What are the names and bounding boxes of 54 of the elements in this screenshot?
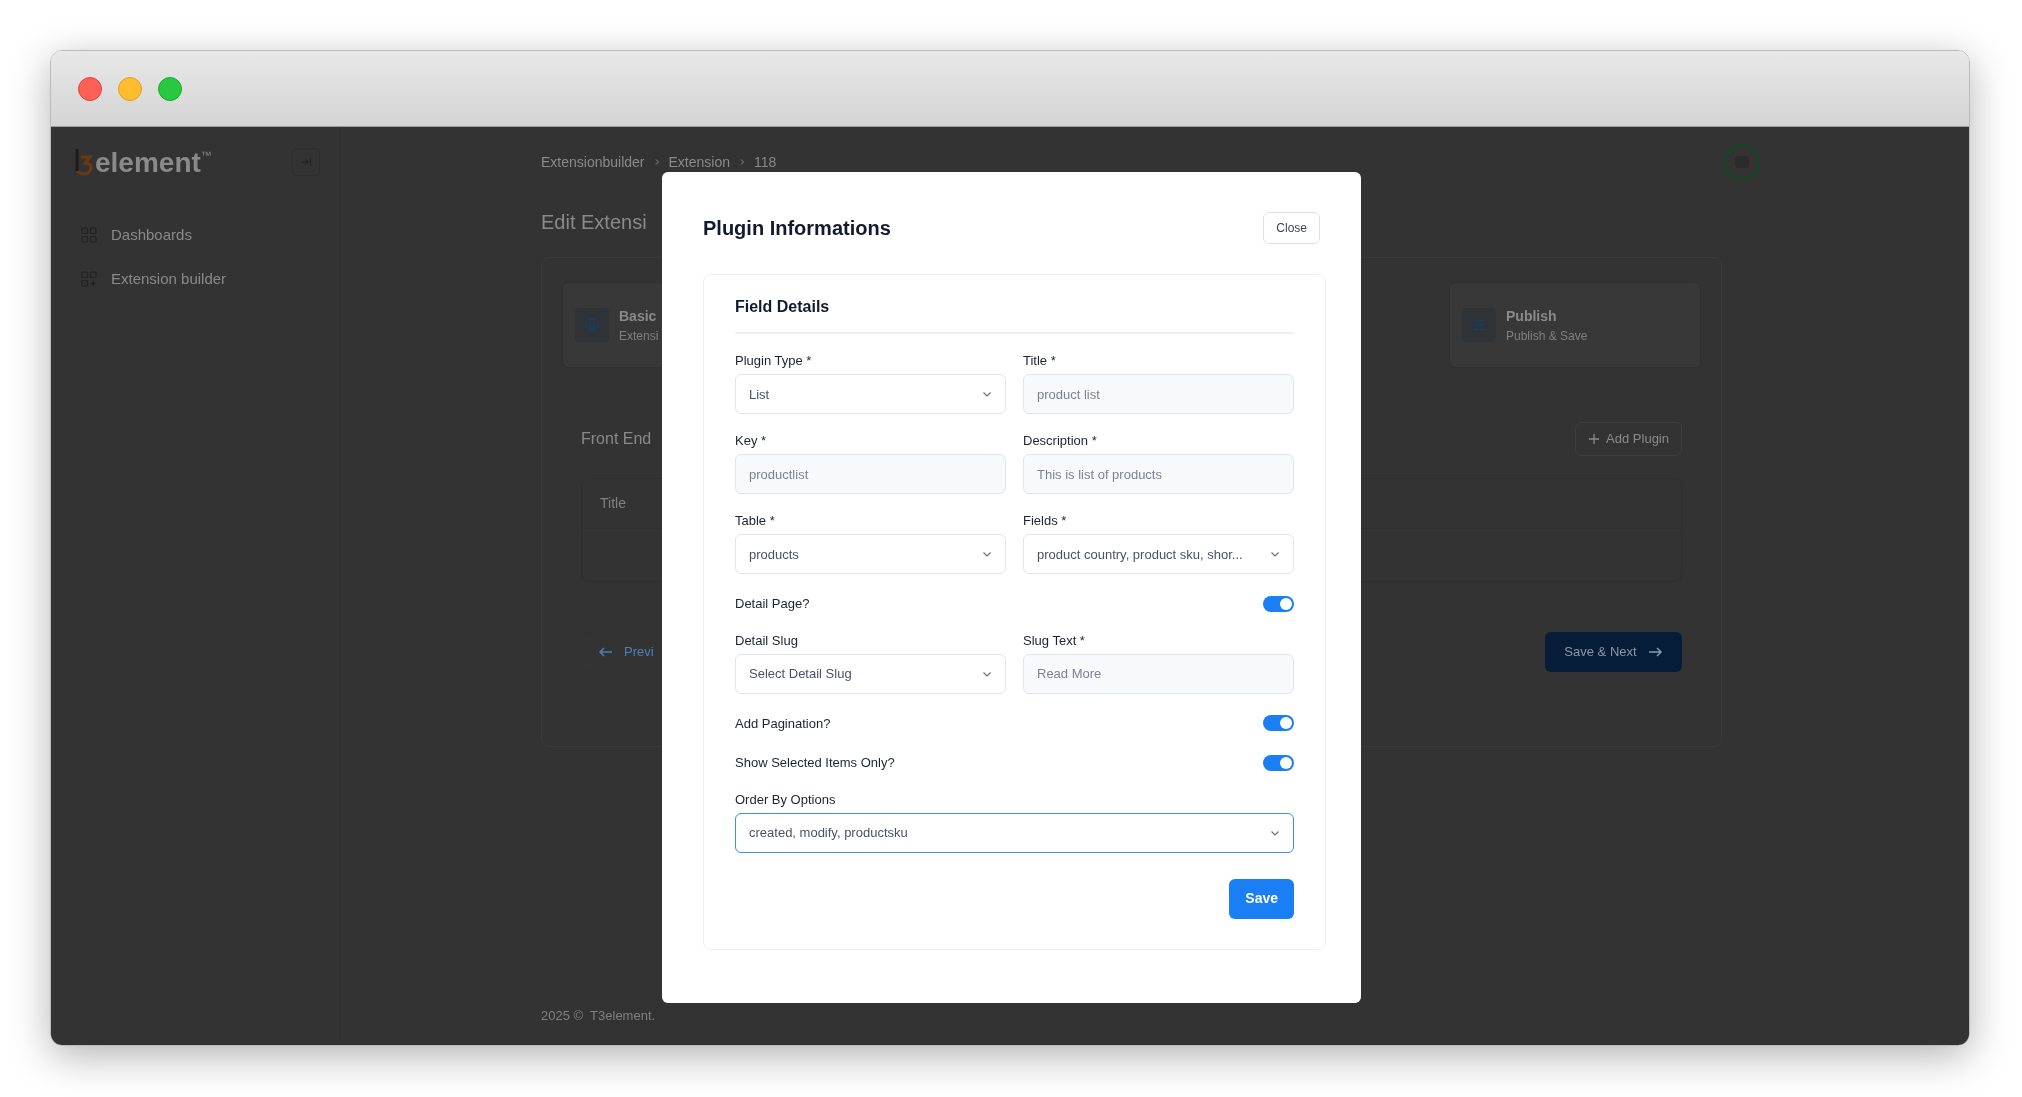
step-title: Publish (1506, 306, 1558, 326)
select-field[interactable]: products (735, 534, 1006, 574)
sidebar-item[interactable]: Extension builder (81, 261, 310, 297)
plus-icon (1588, 433, 1601, 445)
field-label: Slug Text * (1023, 633, 1086, 647)
step-subtitle: Publish & Save (1506, 327, 1588, 345)
save-next-button[interactable]: Save & Next (1545, 632, 1682, 672)
breadcrumb-link[interactable]: Extension (668, 151, 730, 173)
footer-text: 2025 © T3element. (541, 1006, 657, 1025)
field-label: Title * (1023, 354, 1057, 367)
toggle-label: Detail Page? (735, 595, 810, 613)
save-button[interactable]: Save (1229, 878, 1294, 919)
select-field[interactable]: List (735, 374, 1006, 414)
card-title: Field Details (735, 295, 1294, 334)
field-label: Fields * (1023, 514, 1068, 527)
select-field[interactable]: created, modify, productsku (735, 812, 1294, 853)
close-button[interactable]: Close (1263, 212, 1320, 244)
maximize-window-button[interactable] (158, 76, 182, 101)
field-label: Key * (735, 434, 768, 447)
sliders-icon (1470, 316, 1488, 334)
select-field[interactable]: product country, product sku, shor... (1023, 534, 1294, 574)
breadcrumb-link[interactable]: 118 (754, 151, 777, 173)
column-header: Title (600, 494, 626, 513)
modal-title: Plugin Informations (703, 216, 891, 241)
input-field[interactable]: product list (1023, 374, 1294, 414)
logo-text: element (95, 149, 201, 177)
add-plugin-button[interactable]: Add Plugin (1575, 422, 1682, 456)
toggle-switch[interactable] (1263, 715, 1294, 732)
toggle-label: Add Pagination? (735, 714, 831, 733)
toggle-switch[interactable] (1263, 595, 1294, 612)
field-label: Plugin Type * (735, 354, 813, 367)
close-window-button[interactable] (78, 76, 102, 101)
chevron-right-icon (738, 158, 746, 166)
step-subtitle: Extensi (619, 327, 659, 345)
trademark-mark: ™ (200, 148, 212, 161)
input-field[interactable]: productlist (735, 454, 1006, 494)
input-field[interactable]: This is list of products (1023, 454, 1294, 494)
gear-icon (583, 316, 601, 334)
minimize-window-button[interactable] (118, 76, 142, 101)
page-title: Edit Extensi (541, 210, 647, 235)
step-title: Basic (619, 306, 658, 326)
toggle-label: Show Selected Items Only? (735, 754, 895, 772)
field-label: Detail Slug (735, 633, 799, 647)
toggle-switch[interactable] (1263, 754, 1294, 771)
section-title: Front End (581, 429, 652, 449)
field-label: Table * (735, 514, 776, 527)
field-label: Order By Options (735, 792, 837, 806)
breadcrumb-link[interactable]: Extensionbuilder (541, 151, 645, 173)
sidebar-item[interactable]: Dashboards (81, 217, 310, 253)
input-field[interactable]: Read More (1023, 653, 1294, 694)
select-field[interactable]: Select Detail Slug (735, 653, 1006, 694)
step-card[interactable]: Publish Publish & Save (1449, 282, 1701, 368)
logo-mark-icon (73, 147, 95, 177)
field-label: Description * (1023, 434, 1098, 447)
